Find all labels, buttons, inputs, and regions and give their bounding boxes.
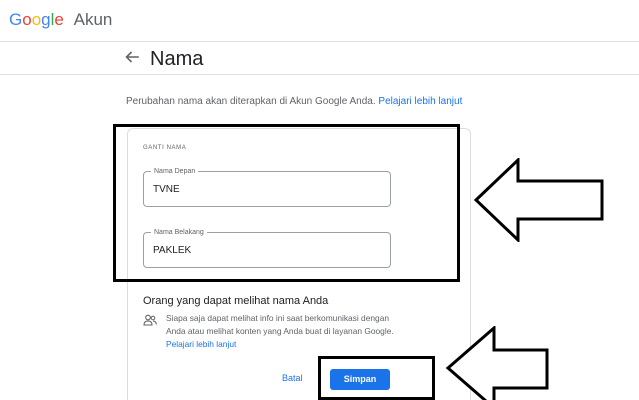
annotation-arrow	[474, 158, 604, 242]
visibility-title: Orang yang dapat melihat nama Anda	[143, 295, 329, 307]
cancel-button[interactable]: Batal	[282, 373, 303, 383]
title-bar: Nama	[0, 42, 639, 75]
annotation-box-name-fields	[113, 124, 460, 282]
annotation-box-save	[318, 356, 435, 400]
people-icon	[143, 314, 157, 326]
page-description: Perubahan nama akan diterapkan di Akun G…	[126, 95, 462, 109]
product-name: Akun	[73, 10, 113, 29]
visibility-learn-more-link[interactable]: Pelajari lebih lanjut	[166, 339, 236, 349]
logo-letter: o	[22, 10, 32, 29]
learn-more-link[interactable]: Pelajari lebih lanjut	[378, 96, 462, 107]
logo-letter: e	[54, 10, 64, 29]
visibility-text: Siapa saja dapat melihat info ini saat b…	[166, 312, 396, 351]
back-arrow-icon[interactable]	[124, 49, 140, 65]
logo-letter: o	[31, 10, 42, 29]
google-account-logo[interactable]: Google Akun	[9, 10, 112, 30]
app-header: Google Akun	[0, 0, 639, 42]
visibility-description: Siapa saja dapat melihat info ini saat b…	[166, 313, 394, 336]
logo-letter: G	[9, 10, 23, 29]
page-title: Nama	[150, 48, 204, 70]
annotation-arrow	[446, 326, 549, 400]
description-text: Perubahan nama akan diterapkan di Akun G…	[126, 96, 376, 107]
logo-letter: g	[41, 10, 51, 29]
